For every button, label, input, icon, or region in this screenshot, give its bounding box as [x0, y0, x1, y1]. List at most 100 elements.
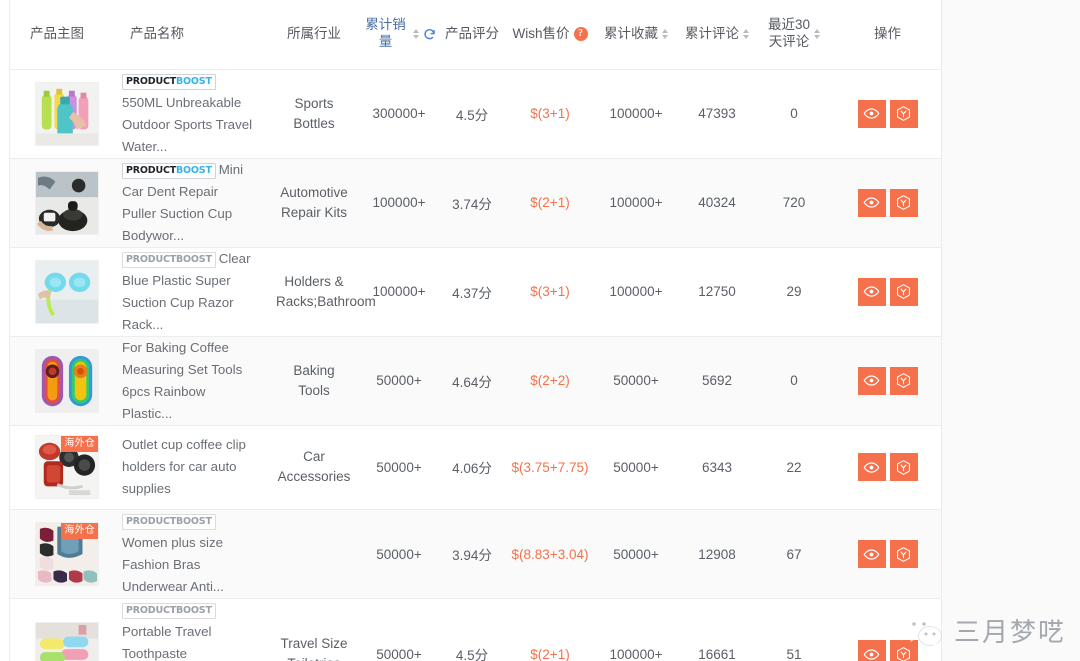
productboost-badge-part2: BOOST: [176, 253, 212, 265]
productboost-badge-part2: BOOST: [176, 516, 212, 528]
product-name-text[interactable]: Portable Travel Toothpaste Toothbrush Ho…: [122, 624, 231, 661]
hexagon-y-icon: [895, 105, 912, 122]
product-name[interactable]: Outlet cup coffee clip holders for car a…: [122, 434, 254, 500]
product-list-page: 产品主图 产品名称 所属行业 累计销量 产品评分 Wish售价 ? 累计收藏 累…: [0, 0, 1080, 661]
column-label-reviews30[interactable]: 最近30 天评论: [768, 17, 810, 51]
oversea-warehouse-badge: 海外仓: [61, 523, 98, 539]
product-thumbnail[interactable]: 海外仓: [35, 435, 99, 500]
product-name[interactable]: For Baking Coffee Measuring Set Tools 6p…: [122, 337, 254, 425]
product-name-text[interactable]: For Baking Coffee Measuring Set Tools 6p…: [122, 340, 242, 421]
product-name-text[interactable]: Women plus size Fashion Bras Underwear A…: [122, 535, 224, 594]
cell-reviews: 47393: [678, 69, 756, 159]
product-detail-button[interactable]: [889, 540, 918, 569]
product-table-container: 产品主图 产品名称 所属行业 累计销量 产品评分 Wish售价 ? 累计收藏 累…: [9, 0, 942, 661]
cell-sales: 300000+: [360, 69, 438, 159]
table-row[interactable]: PRODUCTBOOST 550ML Unbreakable Outdoor Sp…: [10, 69, 941, 159]
sort-toggle-reviews30-icon[interactable]: [814, 29, 821, 40]
table-row[interactable]: 海外仓 PRODUCTBOOST Women plus size Fashion …: [10, 509, 941, 600]
product-name[interactable]: PRODUCTBOOST Women plus size Fashion Bras…: [122, 510, 254, 598]
product-thumbnail[interactable]: [35, 170, 99, 235]
cell-reviews: 40324: [678, 158, 756, 248]
product-thumbnail[interactable]: [35, 81, 99, 146]
product-name[interactable]: PRODUCTBOOST 550ML Unbreakable Outdoor Sp…: [122, 70, 254, 158]
product-detail-button[interactable]: [889, 99, 918, 128]
column-header-reviews[interactable]: 累计评论: [678, 0, 756, 70]
product-thumbnail[interactable]: [35, 348, 99, 413]
productboost-badge-part1: PRODUCT: [126, 75, 177, 87]
cell-image: 海外仓: [10, 509, 110, 600]
column-header-image: 产品主图: [10, 0, 110, 70]
cell-price: $(8.83+3.04): [506, 509, 594, 600]
cell-reviews: 5692: [678, 336, 756, 426]
column-label-score: 产品评分: [445, 25, 499, 41]
column-label-reviews[interactable]: 累计评论: [685, 26, 739, 43]
product-detail-button[interactable]: [889, 366, 918, 395]
cell-image: [10, 158, 110, 248]
product-name-text[interactable]: Outlet cup coffee clip holders for car a…: [122, 437, 246, 496]
sort-toggle-reviews-icon[interactable]: [743, 29, 749, 40]
view-product-button[interactable]: [857, 99, 886, 128]
product-name[interactable]: PRODUCTBOOST Portable Travel Toothpaste T…: [122, 599, 254, 661]
left-gutter: [0, 0, 9, 661]
eye-icon: [863, 372, 880, 389]
cell-image: [10, 598, 110, 661]
table-row[interactable]: PRODUCTBOOST Portable Travel Toothpaste T…: [10, 598, 941, 661]
table-row[interactable]: 海外仓 Outlet cup coffee clip holders for c…: [10, 425, 941, 511]
header-row: 产品主图 产品名称 所属行业 累计销量 产品评分 Wish售价 ? 累计收藏 累…: [10, 0, 941, 70]
view-product-button[interactable]: [857, 640, 886, 661]
cell-favorites: 100000+: [594, 247, 678, 337]
column-header-favorites[interactable]: 累计收藏: [594, 0, 678, 70]
cell-industry: Sports Bottles: [268, 69, 360, 159]
product-name[interactable]: PRODUCTBOOST Mini Car Dent Repair Puller …: [122, 159, 254, 247]
productboost-badge-part2: BOOST: [176, 605, 212, 617]
product-thumbnail[interactable]: [35, 622, 99, 661]
cell-favorites: 50000+: [594, 336, 678, 426]
cell-image: 海外仓: [10, 425, 110, 511]
table-row[interactable]: PRODUCTBOOST Mini Car Dent Repair Puller …: [10, 158, 941, 248]
view-product-button[interactable]: [857, 540, 886, 569]
hexagon-y-icon: [895, 372, 912, 389]
product-detail-button[interactable]: [889, 188, 918, 217]
right-page-background: [943, 0, 1080, 661]
view-product-button[interactable]: [857, 453, 886, 482]
table-row[interactable]: For Baking Coffee Measuring Set Tools 6p…: [10, 336, 941, 426]
cell-reviews30: 51: [756, 598, 832, 661]
productboost-badge-part1: PRODUCT: [126, 164, 177, 176]
cell-sales: 50000+: [360, 425, 438, 511]
column-header-reviews30[interactable]: 最近30 天评论: [756, 0, 832, 70]
row-actions: [834, 540, 941, 569]
sort-toggle-favorites-icon[interactable]: [662, 29, 668, 40]
view-product-button[interactable]: [857, 366, 886, 395]
cell-sales: 50000+: [360, 509, 438, 600]
column-label-favorites[interactable]: 累计收藏: [604, 26, 658, 43]
productboost-badge-part2: BOOST: [176, 164, 212, 176]
product-industry: Car Accessories: [277, 449, 351, 485]
row-actions: [834, 366, 941, 395]
productboost-badge-part1: PRODUCT: [126, 253, 177, 265]
product-name-text[interactable]: 550ML Unbreakable Outdoor Sports Travel …: [122, 95, 252, 154]
cell-name: Outlet cup coffee clip holders for car a…: [110, 425, 268, 511]
column-header-price: Wish售价 ?: [506, 0, 594, 70]
product-detail-button[interactable]: [889, 640, 918, 661]
product-detail-button[interactable]: [889, 453, 918, 482]
cell-score: 3.74分: [438, 158, 506, 248]
help-price-icon[interactable]: ?: [573, 27, 588, 42]
product-detail-button[interactable]: [889, 277, 918, 306]
column-label-image: 产品主图: [30, 25, 84, 41]
column-header-sales[interactable]: 累计销量: [360, 0, 438, 70]
product-image: [36, 260, 98, 323]
product-name[interactable]: PRODUCTBOOST Clear Blue Plastic Super Suc…: [122, 248, 254, 336]
row-actions: [834, 640, 941, 661]
column-header-industry: 所属行业: [268, 0, 360, 70]
refresh-sales-icon[interactable]: [423, 28, 436, 41]
view-product-button[interactable]: [857, 188, 886, 217]
cell-price: $(2+2): [506, 336, 594, 426]
cell-reviews30: 29: [756, 247, 832, 337]
product-thumbnail[interactable]: [35, 259, 99, 324]
view-product-button[interactable]: [857, 277, 886, 306]
cell-name: PRODUCTBOOST Mini Car Dent Repair Puller …: [110, 158, 268, 248]
sort-toggle-sales-icon[interactable]: [413, 29, 419, 40]
product-thumbnail[interactable]: 海外仓: [35, 522, 99, 587]
column-label-sales[interactable]: 累计销量: [362, 17, 409, 51]
table-row[interactable]: PRODUCTBOOST Clear Blue Plastic Super Suc…: [10, 247, 941, 337]
